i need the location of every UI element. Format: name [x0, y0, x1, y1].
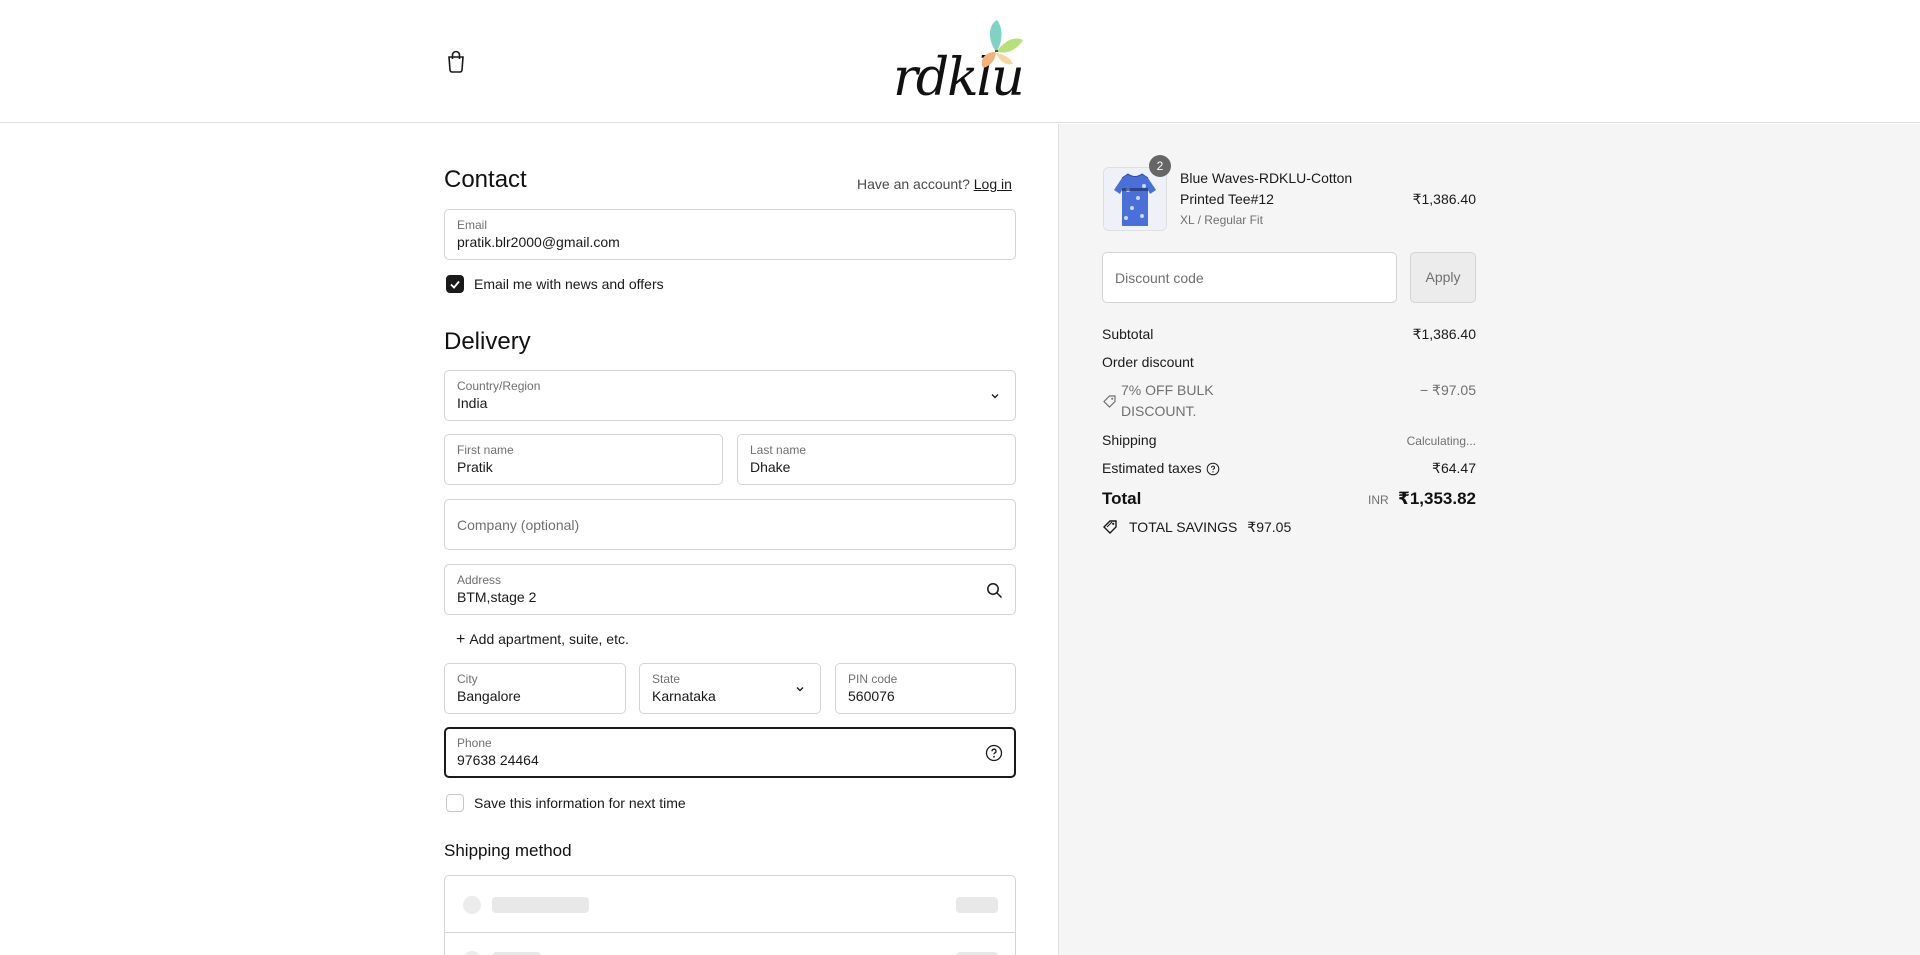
last-name-label: Last name [750, 443, 807, 457]
taxes-value: ₹64.47 [1432, 460, 1476, 476]
country-value: India [457, 395, 488, 411]
address-value: BTM,stage 2 [457, 589, 537, 605]
login-link[interactable]: Log in [974, 176, 1012, 192]
country-label: Country/Region [457, 379, 541, 393]
order-discount-label: Order discount [1102, 354, 1194, 370]
shipping-value: Calculating... [1406, 434, 1476, 448]
news-checkbox[interactable] [446, 275, 464, 293]
save-info-checkbox[interactable] [446, 794, 464, 812]
shipping-radio-skeleton [463, 951, 481, 955]
help-circle-icon[interactable] [985, 744, 1003, 762]
product-name-line2: Printed Tee#12 [1180, 191, 1274, 207]
total-label: Total [1102, 489, 1142, 508]
help-circle-icon[interactable] [1206, 462, 1220, 476]
tag-icon [1103, 395, 1116, 408]
savings-value: ₹97.05 [1247, 519, 1292, 535]
phone-field[interactable]: Phone 97638 24464 [444, 727, 1016, 778]
taxes-label: Estimated taxes [1102, 460, 1202, 476]
country-select[interactable]: Country/Region India [444, 370, 1016, 421]
shipping-radio-skeleton [463, 896, 481, 914]
pin-label: PIN code [848, 672, 898, 686]
subtotal-value: ₹1,386.40 [1412, 326, 1476, 342]
phone-label: Phone [457, 736, 492, 750]
have-account-label: Have an account? [857, 176, 970, 192]
shipping-method-list [444, 875, 1016, 955]
discount-code-input[interactable]: Discount code [1102, 252, 1397, 303]
email-field[interactable]: Email pratik.blr2000@gmail.com [444, 209, 1016, 260]
shipping-method-title: Shipping method [444, 841, 572, 860]
phone-value: 97638 24464 [457, 752, 539, 768]
order-summary-panel [1058, 124, 1920, 955]
news-label: Email me with news and offers [474, 276, 664, 292]
state-value: Karnataka [652, 688, 716, 704]
discount-code-line2: DISCOUNT. [1121, 403, 1197, 419]
total-value: ₹1,353.82 [1397, 489, 1476, 508]
shipping-label-skeleton [492, 897, 589, 913]
company-field[interactable]: Company (optional) [444, 499, 1016, 550]
currency-code: INR [1368, 493, 1389, 507]
product-price: ₹1,386.40 [1412, 191, 1476, 207]
shipping-price-skeleton [956, 897, 998, 913]
save-info-label: Save this information for next time [474, 795, 686, 811]
plus-icon: + [456, 631, 466, 648]
state-label: State [652, 672, 681, 686]
state-select[interactable]: State Karnataka [639, 663, 821, 714]
city-label: City [457, 672, 478, 686]
email-value: pratik.blr2000@gmail.com [457, 234, 620, 250]
checkmark-icon [450, 280, 460, 289]
email-label: Email [457, 218, 488, 232]
total-savings: TOTAL SAVINGS ₹97.05 [1129, 519, 1291, 536]
first-name-label: First name [457, 443, 514, 457]
city-value: Bangalore [457, 688, 521, 704]
shopping-bag-icon[interactable] [445, 49, 467, 73]
chevron-down-icon [796, 687, 804, 692]
header: rdklu [0, 0, 1920, 123]
discount-placeholder: Discount code [1115, 270, 1204, 286]
last-name-value: Dhake [750, 459, 791, 475]
apply-discount-button[interactable]: Apply [1410, 252, 1476, 303]
discount-value: − ₹97.05 [1419, 382, 1476, 398]
chevron-down-icon [991, 394, 999, 399]
product-name-line1: Blue Waves-RDKLU-Cotton [1180, 170, 1353, 186]
first-name-field[interactable]: First name Pratik [444, 434, 723, 485]
address-field[interactable]: Address BTM,stage 2 [444, 564, 1016, 615]
delivery-title: Delivery [444, 328, 531, 355]
shipping-label: Shipping [1102, 432, 1157, 448]
savings-label: TOTAL SAVINGS [1129, 519, 1238, 535]
pin-code-field[interactable]: PIN code 560076 [835, 663, 1016, 714]
address-label: Address [457, 573, 502, 587]
company-placeholder: Company (optional) [457, 517, 580, 533]
brand-logo[interactable]: rdklu [893, 18, 1025, 108]
product-variant: XL / Regular Fit [1180, 213, 1263, 227]
last-name-field[interactable]: Last name Dhake [737, 434, 1016, 485]
contact-title: Contact [444, 166, 527, 193]
search-icon[interactable] [986, 582, 1003, 599]
have-account-text: Have an account? Log in [857, 176, 1012, 192]
first-name-value: Pratik [457, 459, 493, 475]
add-apartment-label: Add apartment, suite, etc. [469, 631, 629, 647]
tshirt-image [1104, 168, 1166, 230]
discount-code-line1: 7% OFF BULK [1121, 382, 1214, 398]
add-apartment-link[interactable]: + Add apartment, suite, etc. [456, 631, 629, 649]
butterfly-icon [981, 20, 1023, 68]
city-field[interactable]: City Bangalore [444, 663, 626, 714]
savings-tag-icon [1103, 520, 1117, 534]
pin-value: 560076 [848, 688, 895, 704]
quantity-badge: 2 [1149, 155, 1171, 177]
divider [445, 932, 1015, 933]
subtotal-label: Subtotal [1102, 326, 1154, 342]
